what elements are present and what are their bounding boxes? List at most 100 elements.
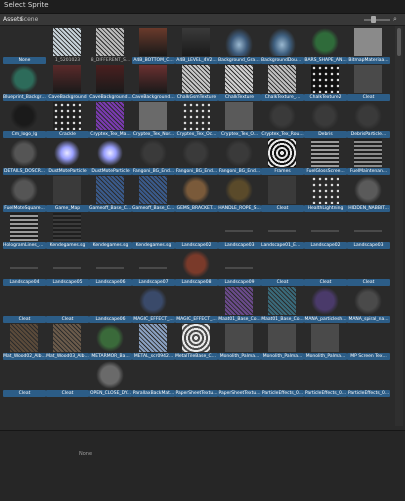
sprite-item[interactable]: Landscape01_Em... [261, 213, 304, 250]
sprite-item[interactable]: Maat01_Base_Co... [218, 287, 261, 324]
sprite-item[interactable]: Kendegames.sg [132, 213, 175, 250]
sprite-item[interactable]: PaperSheetTextu... [175, 361, 218, 398]
sprite-item[interactable]: BackgroundDoubl... [261, 28, 304, 65]
sprite-item[interactable]: Cryptex_Tex_Nor... [132, 102, 175, 139]
sprite-item[interactable]: METAL_scr0942... [132, 324, 175, 361]
search-icon[interactable]: ⌕ [393, 15, 397, 24]
sprite-item[interactable]: MAGIC_EFFECT_... [132, 287, 175, 324]
sprite-item[interactable]: FuelGlossScree... [304, 139, 347, 176]
scrollbar-thumb[interactable] [397, 28, 401, 56]
sprite-item[interactable]: Landscape02 [304, 213, 347, 250]
sprite-item[interactable]: Crackle [46, 102, 89, 139]
sprite-item[interactable]: Blueprint_Background... [3, 65, 46, 102]
sprite-item[interactable]: DETAILS_DOSCR... [3, 139, 46, 176]
sprite-item[interactable]: Cryptex_Tex_O... [218, 102, 261, 139]
sprite-item[interactable]: FuelMaintenan... [347, 139, 390, 176]
sprite-item[interactable]: ParticleEffects_0... [304, 361, 347, 398]
sprite-item[interactable]: ParallaxBackMat... [132, 361, 175, 398]
sprite-item[interactable]: Monolith_Palma... [304, 324, 347, 361]
sprite-item[interactable]: HologramLines_C... [3, 213, 46, 250]
sprite-item[interactable]: ChalkTexture_... [261, 65, 304, 102]
sprite-item[interactable]: BitmapMateriaa... [347, 28, 390, 65]
vertical-scrollbar[interactable] [395, 26, 403, 426]
tab-scene[interactable]: Scene [20, 16, 38, 23]
sprite-thumbnail [268, 176, 296, 204]
sprite-item[interactable]: Cleat [304, 250, 347, 287]
sprite-item[interactable]: HANDLE_ROPE_S... [218, 176, 261, 213]
sprite-item[interactable]: Monolith_Palma... [261, 324, 304, 361]
sprite-item[interactable]: Landscape09 [218, 250, 261, 287]
sprite-item[interactable]: MANA_spiral_na... [347, 287, 390, 324]
sprite-item[interactable]: HIDDEN_NABBIT... [347, 176, 390, 213]
sprite-label: Cleat [347, 94, 390, 101]
sprite-item[interactable]: None [3, 28, 46, 65]
sprite-item[interactable]: MP Screen Tex... [347, 324, 390, 361]
sprite-item[interactable]: Frames [261, 139, 304, 176]
sprite-item[interactable]: Landscape07 [132, 250, 175, 287]
sprite-item[interactable]: Game_Map [46, 176, 89, 213]
zoom-slider-handle[interactable] [371, 16, 376, 23]
sprite-item[interactable]: CaveBackground... [89, 65, 132, 102]
sprite-item[interactable]: DustMoteParticle [89, 139, 132, 176]
sprite-item[interactable]: FuelMoteSquare... [3, 176, 46, 213]
sprite-item[interactable]: PaperSheetTextu... [218, 361, 261, 398]
sprite-item[interactable]: ChalkGsmTexture [175, 65, 218, 102]
sprite-item[interactable]: Landscape03 [347, 213, 390, 250]
sprite-item[interactable]: Maat01_Base_Co... [261, 287, 304, 324]
sprite-item[interactable]: 8_DIFFERENT_S... [89, 28, 132, 65]
sprite-item[interactable]: HealthLightning [304, 176, 347, 213]
sprite-item[interactable]: Mat_Wood03_Alb... [46, 324, 89, 361]
sprite-item[interactable]: Cleat [347, 65, 390, 102]
sprite-item[interactable]: Gameoff_Base_Co... [89, 176, 132, 213]
sprite-item[interactable]: METARMOR_Ba... [89, 324, 132, 361]
sprite-item[interactable]: ParticleEffects_0... [261, 361, 304, 398]
sprite-item[interactable]: Landscape06 [89, 287, 132, 324]
sprite-item[interactable]: Landscape04 [3, 250, 46, 287]
sprite-item[interactable]: Cleat [46, 361, 89, 398]
sprite-item[interactable]: Cryptex_Tex_Ma... [89, 102, 132, 139]
sprite-item[interactable]: DustMoteParticle [46, 139, 89, 176]
sprite-item[interactable]: Cryptex_Tex_Oc... [175, 102, 218, 139]
sprite-item[interactable]: Background_Grad... [218, 28, 261, 65]
sprite-item[interactable]: ChalkTexture2 [304, 65, 347, 102]
sprite-item[interactable]: Cleat [3, 361, 46, 398]
sprite-item[interactable]: Landscape02 [175, 213, 218, 250]
sprite-item[interactable]: Fangoni_BG_End... [175, 139, 218, 176]
sprite-item[interactable]: CaveBackground [46, 65, 89, 102]
sprite-item[interactable]: Mat_Wood02_Alb... [3, 324, 46, 361]
sprite-item[interactable]: Cleat [261, 250, 304, 287]
sprite-item[interactable]: GEMS_BRACKET... [175, 176, 218, 213]
sprite-item[interactable]: DebrisParticle... [347, 102, 390, 139]
sprite-item[interactable]: Debris [304, 102, 347, 139]
sprite-item[interactable]: BARS_SHAPE_AN... [304, 28, 347, 65]
sprite-item[interactable]: Cleat [261, 176, 304, 213]
sprite-item[interactable]: Landscape03 [218, 213, 261, 250]
sprite-item[interactable]: Cm_logo_lg [3, 102, 46, 139]
sprite-item[interactable]: Landscape05 [46, 250, 89, 287]
sprite-item[interactable]: ChalkTexture [218, 65, 261, 102]
sprite-item[interactable]: Kendegames.sg [89, 213, 132, 250]
sprite-label: Landscape07 [132, 279, 175, 286]
sprite-item[interactable]: MAGIC_EFFECT_... [175, 287, 218, 324]
sprite-thumbnail [182, 213, 210, 241]
sprite-item[interactable]: Fangoni_BG_End... [218, 139, 261, 176]
sprite-item[interactable]: CaveBackgroundFa... [132, 65, 175, 102]
sprite-item[interactable]: MetalTileBase_Co... [175, 324, 218, 361]
sprite-item[interactable]: A4B_BOTTOM_C... [132, 28, 175, 65]
sprite-item[interactable]: ParticleEffects_0... [347, 361, 390, 398]
sprite-item[interactable]: Landscape06 [89, 250, 132, 287]
sprite-item[interactable]: Gameoff_Base_Co... [132, 176, 175, 213]
sprite-item[interactable]: Monolith_Palma... [218, 324, 261, 361]
sprite-item[interactable]: Cryptex_Tex_Rou... [261, 102, 304, 139]
sprite-item[interactable]: Fangoni_BG_End... [132, 139, 175, 176]
sprite-item[interactable]: Cleat [46, 287, 89, 324]
sprite-item[interactable]: Cleat [3, 287, 46, 324]
sprite-item[interactable]: Landscape08 [175, 250, 218, 287]
zoom-slider-track[interactable] [364, 19, 390, 21]
sprite-item[interactable]: 1_5201023 [46, 28, 89, 65]
sprite-item[interactable]: Kendegames.sg [46, 213, 89, 250]
sprite-item[interactable]: Cleat [347, 250, 390, 287]
sprite-item[interactable]: OPEN_CLOSE_DY... [89, 361, 132, 398]
sprite-item[interactable]: A4B_LEVEL_4V2... [175, 28, 218, 65]
sprite-item[interactable]: MANA_particlesh... [304, 287, 347, 324]
